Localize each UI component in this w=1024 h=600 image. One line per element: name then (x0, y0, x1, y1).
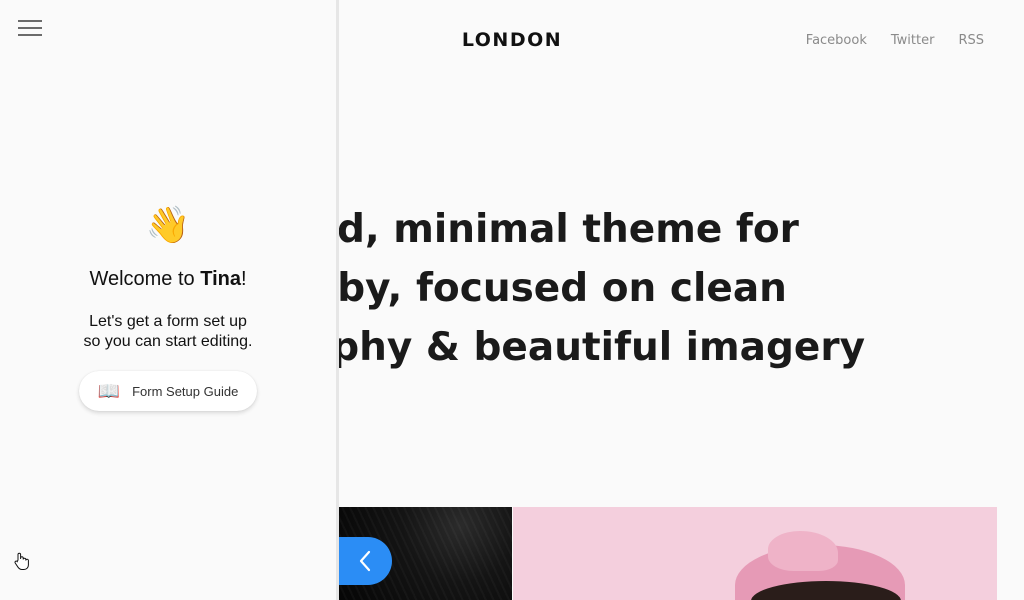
social-links: Facebook Twitter RSS (806, 33, 984, 48)
facebook-link[interactable]: Facebook (806, 33, 867, 48)
guide-label: Form Setup Guide (132, 383, 239, 399)
form-setup-guide-button[interactable]: 📖 Form Setup Guide (79, 371, 257, 411)
hand-cursor-icon (14, 552, 29, 570)
chevron-left-icon (359, 550, 371, 572)
brand-name: Tina (200, 268, 241, 290)
hamburger-menu-icon[interactable] (18, 20, 42, 36)
rss-link[interactable]: RSS (958, 33, 984, 48)
waving-hand-icon: 👋 (145, 204, 191, 245)
carousel-prev-button[interactable] (338, 537, 392, 585)
tina-sidebar: 👋 Welcome to Tina! Let's get a form set … (0, 0, 339, 600)
book-icon: 📖 (97, 380, 121, 401)
welcome-heading: Welcome to Tina! (89, 268, 247, 290)
intro-text: Let's get a form set up so you can start… (83, 313, 253, 350)
twitter-link[interactable]: Twitter (891, 33, 935, 48)
carousel-image-pink (513, 507, 997, 600)
